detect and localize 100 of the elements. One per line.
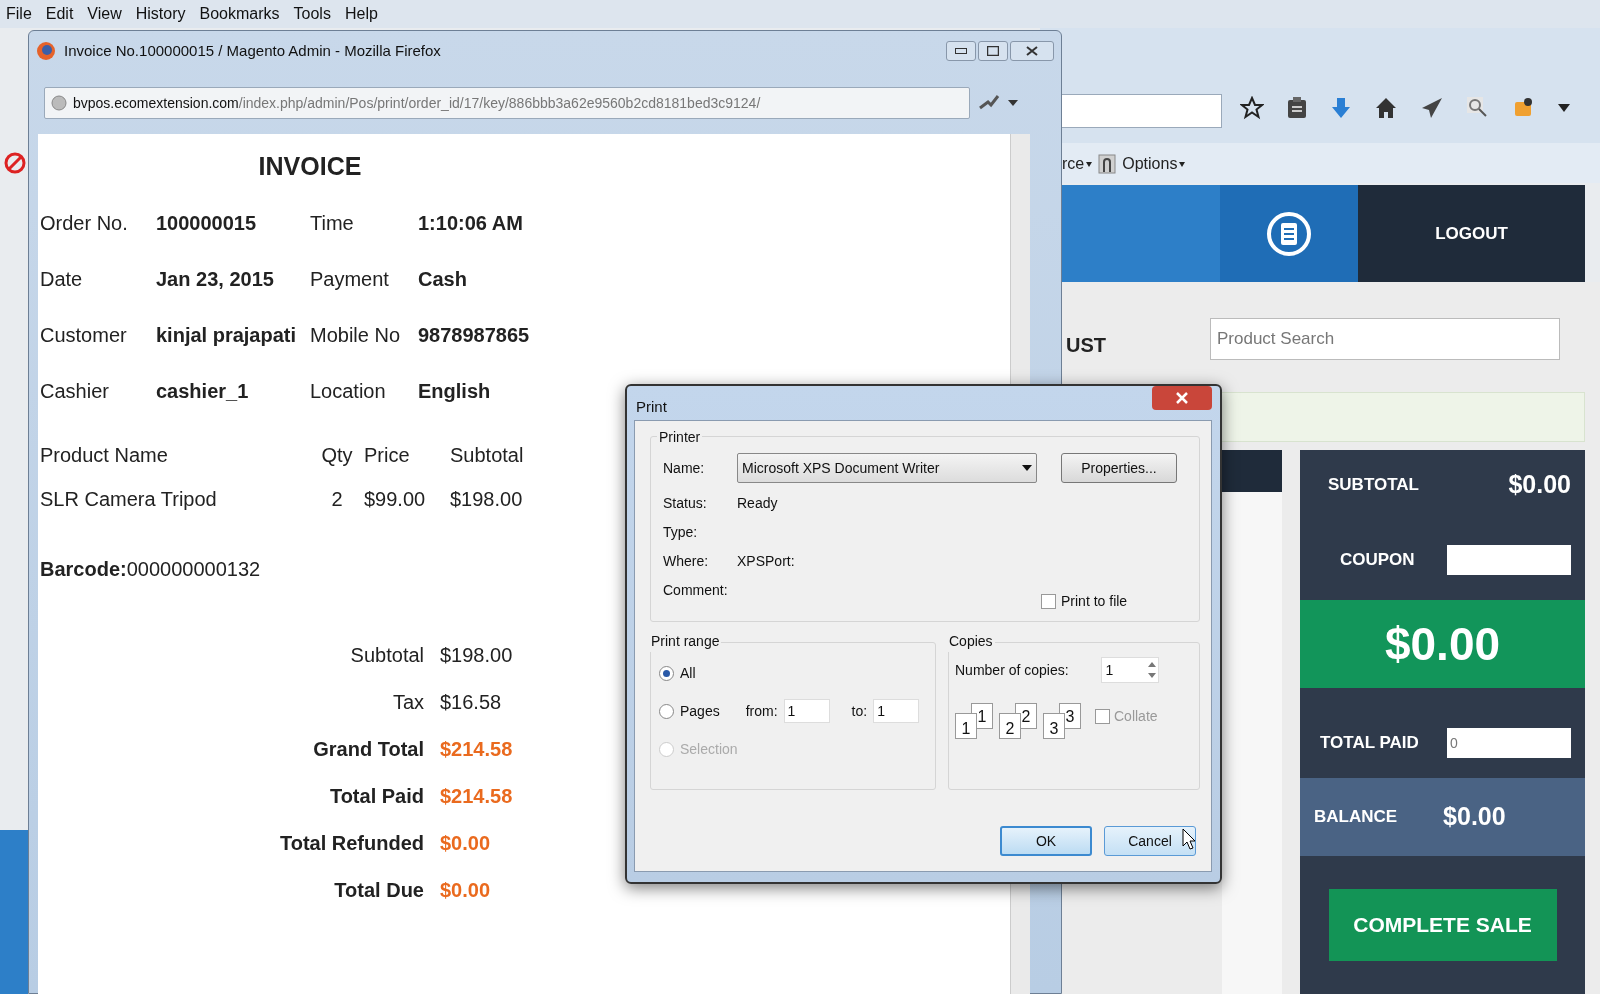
total-paid-field[interactable]: 0: [1447, 728, 1571, 758]
caret-icon: [1179, 161, 1186, 167]
cancel-button[interactable]: Cancel: [1104, 826, 1196, 856]
mouse-cursor-icon: [1182, 828, 1196, 850]
field-value: kinjal prajapati: [156, 322, 298, 348]
column-header: Qty: [320, 442, 354, 468]
field-label: Location: [309, 378, 387, 404]
menu-item[interactable]: File: [6, 2, 32, 26]
maximize-button[interactable]: [978, 41, 1008, 61]
coupon-field[interactable]: [1447, 545, 1571, 575]
window-title: Invoice No.100000015 / Magento Admin - Mozilla Firefox: [64, 40, 441, 61]
column-header: Price: [364, 442, 411, 468]
globe-icon: [51, 95, 67, 111]
minimize-button[interactable]: [946, 41, 976, 61]
total-value: $0.00: [440, 877, 492, 903]
field-value: Jan 23, 2015: [156, 266, 275, 292]
complete-sale-button[interactable]: COMPLETE SALE: [1328, 889, 1557, 961]
from-field[interactable]: 1: [783, 699, 830, 723]
calculator-icon: [1266, 210, 1312, 257]
column-header: Subtotal: [450, 442, 525, 468]
field-value: Ready: [737, 494, 779, 513]
total-label: Tax: [391, 689, 425, 715]
menu-item[interactable]: Edit: [45, 2, 74, 26]
balance-label: BALANCE: [1314, 806, 1398, 829]
menu-item[interactable]: History: [135, 2, 186, 26]
properties-button[interactable]: Properties...: [1061, 453, 1177, 483]
dialog-title: Print: [636, 397, 667, 417]
ok-button[interactable]: OK: [1000, 826, 1092, 856]
star-icon[interactable]: [1240, 96, 1264, 120]
close-button[interactable]: [1010, 41, 1054, 61]
radio-label: All: [680, 663, 696, 683]
logout-button[interactable]: LOGOUT: [1358, 185, 1585, 282]
field-label: Cashier: [40, 378, 110, 404]
menu-item[interactable]: Bookmarks: [199, 2, 280, 26]
field-label: to:: [851, 701, 868, 721]
to-field[interactable]: 1: [873, 699, 920, 723]
copies-spinner[interactable]: 1: [1100, 657, 1159, 683]
browser-logo-icon: [36, 41, 56, 61]
field-label: Where:: [663, 552, 710, 571]
field-label: Time: [309, 210, 355, 236]
table-cell-text: SLR Camera Tripod: [40, 486, 218, 512]
checkbox[interactable]: [1041, 594, 1056, 609]
product-search-field[interactable]: Product Search: [1210, 318, 1560, 360]
coupon-label: COUPON: [1340, 549, 1415, 572]
field-label: Comment:: [663, 581, 729, 600]
menu-item[interactable]: View: [87, 2, 122, 26]
menu-item[interactable]: Help: [344, 2, 378, 26]
total-value: $198.00: [440, 642, 514, 668]
field-value: cashier_1: [156, 378, 250, 404]
total-value: $214.58: [440, 783, 514, 809]
total-label: Total Due: [333, 877, 425, 903]
total-paid-label: TOTAL PAID: [1320, 732, 1419, 755]
field-label: Number of copies:: [955, 660, 1069, 680]
table-cell-text: $99.00: [364, 486, 427, 512]
menu-item[interactable]: Tools: [293, 2, 331, 26]
barcode-text: Barcode:000000000132: [40, 556, 262, 582]
paper-plane-icon[interactable]: [1420, 96, 1444, 120]
field-label: Name:: [663, 458, 706, 478]
field-value: 1:10:06 AM: [418, 210, 524, 236]
url-field[interactable]: bvpos.ecomextension.com/index.php/admin/Pos/print/order_id/17/key/886bbb3a62e9560b2cd8181bed3c9124/: [44, 87, 970, 119]
collate-pages-drawing: 1 1: [955, 703, 993, 739]
total-label: Total Paid: [328, 783, 425, 809]
bookmark-menu[interactable]: rce: [1062, 152, 1093, 176]
field-label: Date: [40, 266, 84, 292]
close-icon: [1176, 392, 1188, 404]
field-value: XPSPort:: [737, 552, 796, 571]
printer-dropdown[interactable]: Microsoft XPS Document Writer: [737, 453, 1037, 483]
stop-icon: [4, 152, 26, 174]
total-value: $16.58: [440, 689, 503, 715]
total-value: $0.00: [440, 830, 492, 856]
dropdown-caret-icon[interactable]: [1558, 104, 1570, 112]
calculator-button[interactable]: [1220, 185, 1358, 282]
table-cell-text: 2: [330, 486, 344, 512]
total-label: Grand Total: [312, 736, 425, 762]
dropdown-caret-icon[interactable]: [1008, 100, 1018, 106]
total-value: $214.58: [440, 736, 514, 762]
subtotal-label: SUBTOTAL: [1328, 474, 1419, 497]
home-icon[interactable]: [1374, 96, 1398, 120]
checkbox-label: Print to file: [1061, 592, 1128, 611]
field-label: Payment: [309, 266, 390, 292]
checkbox-label: Collate: [1114, 707, 1158, 726]
total-amount: $0.00: [1300, 600, 1585, 688]
download-icon[interactable]: [1330, 96, 1352, 120]
table-cell-text: $198.00: [450, 486, 524, 512]
column-header: Product Name: [40, 442, 169, 468]
radio-label: Selection: [680, 739, 738, 759]
field-label: Mobile No: [309, 322, 402, 348]
caret-icon: [1086, 161, 1093, 167]
cart-header: [1222, 450, 1282, 492]
list-heading: UST: [1066, 333, 1106, 358]
radio-label: Pages: [680, 701, 720, 721]
bookmark-menu[interactable]: Options: [1122, 152, 1186, 176]
field-label: Type:: [663, 523, 699, 542]
total-label: Total Refunded: [278, 830, 425, 856]
close-button[interactable]: [1152, 386, 1212, 410]
subtotal-amount: $0.00: [1508, 469, 1571, 501]
clipboard-icon[interactable]: [1286, 96, 1308, 120]
field-value: English: [418, 378, 492, 404]
field-label: Customer: [40, 322, 128, 348]
field-value: 9878987865: [418, 322, 531, 348]
